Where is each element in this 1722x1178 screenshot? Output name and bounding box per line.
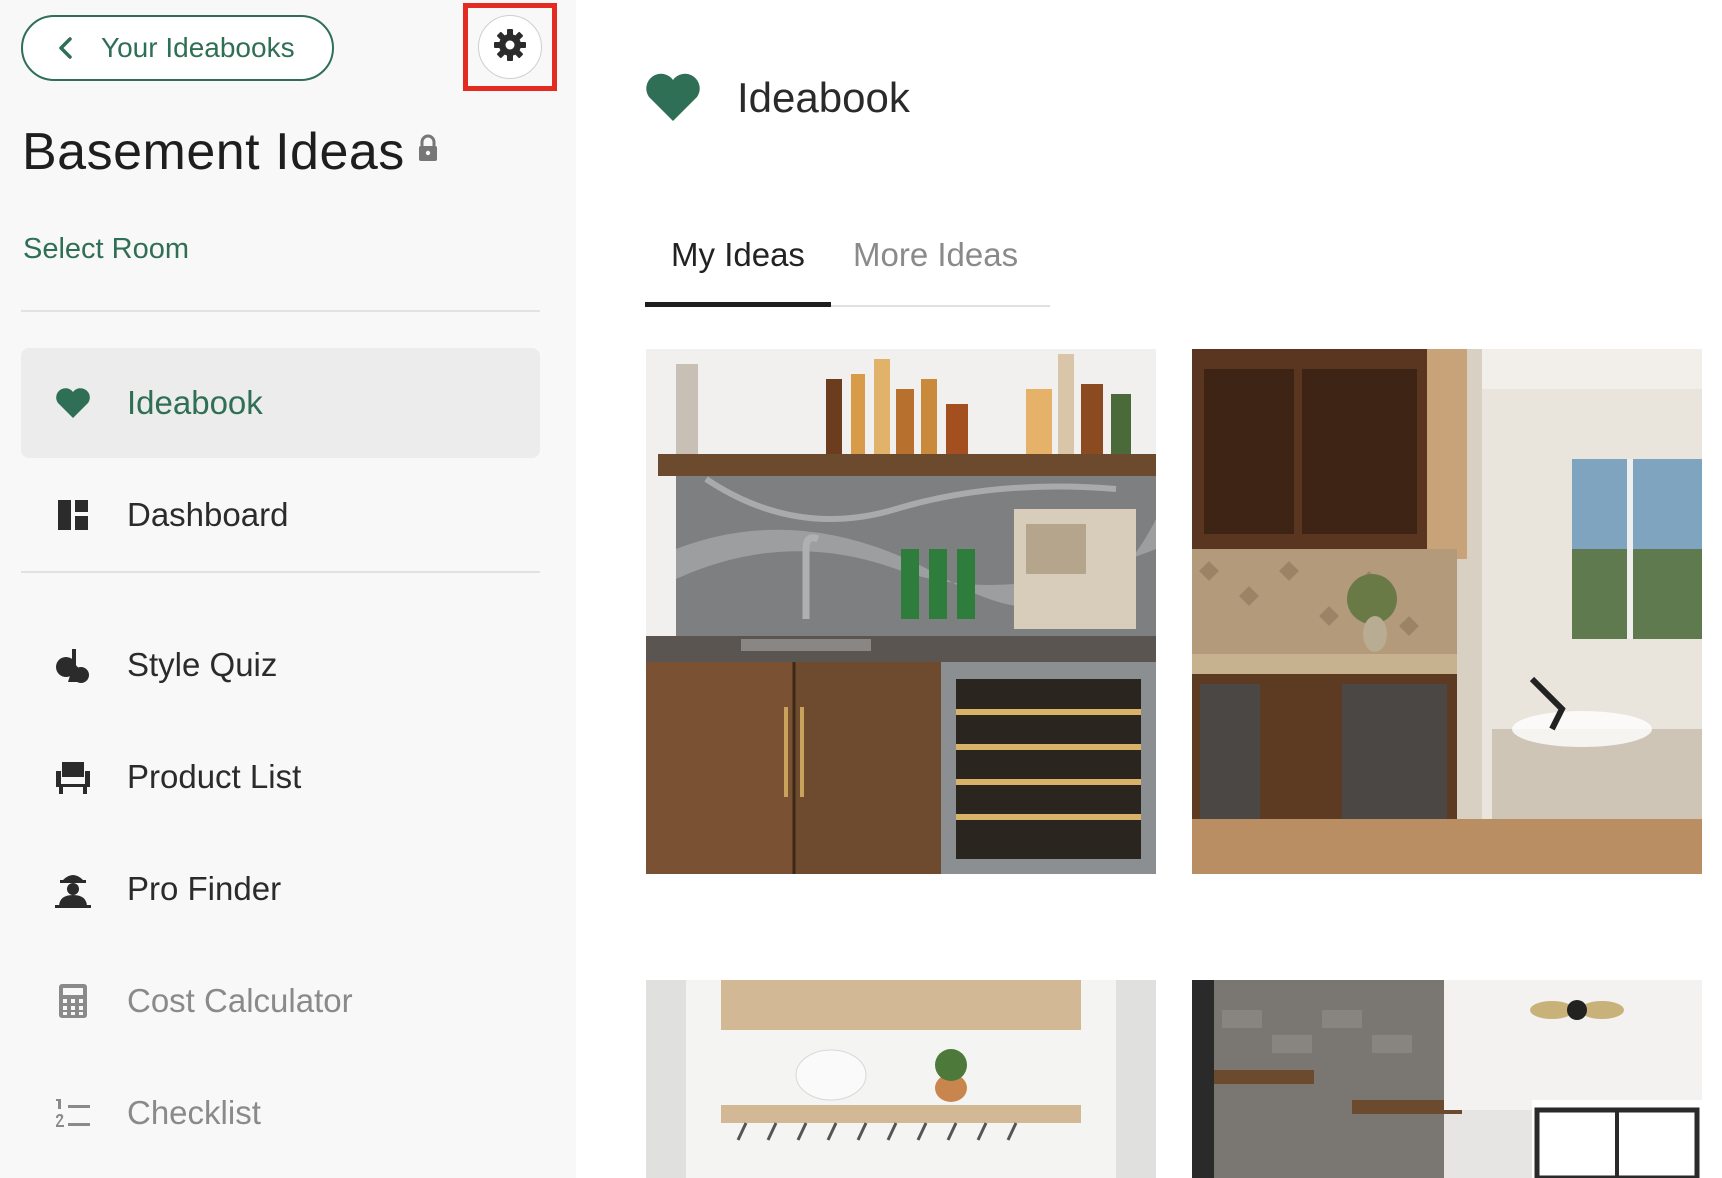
idea-photo-wet-bar[interactable] <box>646 349 1156 874</box>
dashboard-icon <box>53 495 93 535</box>
heart-icon <box>645 72 701 124</box>
sidebar: Your Ideabooks Basement Ideas Select Roo… <box>0 0 576 1178</box>
sidebar-item-style-quiz[interactable]: Style Quiz <box>21 610 540 720</box>
idea-photo-floating-shelves[interactable] <box>646 980 1156 1178</box>
lock-icon <box>417 134 439 162</box>
idea-photo-basement-bar[interactable] <box>1192 980 1702 1178</box>
sidebar-item-label: Dashboard <box>127 496 289 533</box>
gear-icon <box>493 28 527 67</box>
sidebar-item-label: Style Quiz <box>127 646 278 683</box>
sidebar-item-label: Cost Calculator <box>127 982 353 1019</box>
sidebar-item-dashboard[interactable]: Dashboard <box>21 460 540 570</box>
settings-highlight <box>463 3 557 91</box>
style-quiz-icon <box>53 645 93 685</box>
back-to-ideabooks-button[interactable]: Your Ideabooks <box>21 15 334 81</box>
sidebar-item-cost-calculator[interactable]: Cost Calculator <box>21 946 540 1056</box>
tab-my-ideas[interactable]: My Ideas <box>645 222 831 307</box>
select-room-link[interactable]: Select Room <box>23 233 189 266</box>
divider <box>21 571 540 573</box>
ideas-tabs: My Ideas More Ideas <box>645 222 1050 307</box>
ideabook-title-text: Basement Ideas <box>22 123 405 181</box>
sidebar-item-ideabook[interactable]: Ideabook <box>21 348 540 458</box>
idea-photo-cabinet-bar[interactable] <box>1192 349 1702 874</box>
divider <box>21 310 540 312</box>
settings-button[interactable] <box>478 15 542 79</box>
page-title: Ideabook <box>737 74 910 121</box>
main-header: Ideabook <box>645 72 910 124</box>
sidebar-item-label: Pro Finder <box>127 870 282 907</box>
pro-finder-icon <box>53 869 93 909</box>
chevron-left-icon <box>53 35 79 61</box>
heart-icon <box>53 383 93 423</box>
back-button-label: Your Ideabooks <box>101 32 295 63</box>
sidebar-item-product-list[interactable]: Product List <box>21 722 540 832</box>
armchair-icon <box>53 757 93 797</box>
sidebar-item-label: Ideabook <box>127 384 263 421</box>
sidebar-item-label: Product List <box>127 758 302 795</box>
sidebar-item-label: Checklist <box>127 1094 261 1131</box>
main-content: Ideabook My Ideas More Ideas <box>576 0 1722 1178</box>
sidebar-item-pro-finder[interactable]: Pro Finder <box>21 834 540 944</box>
tab-more-ideas[interactable]: More Ideas <box>831 222 1018 307</box>
checklist-icon <box>53 1093 93 1133</box>
sidebar-item-checklist[interactable]: Checklist <box>21 1058 540 1168</box>
calculator-icon <box>53 981 93 1021</box>
ideabook-title: Basement Ideas <box>22 122 439 182</box>
